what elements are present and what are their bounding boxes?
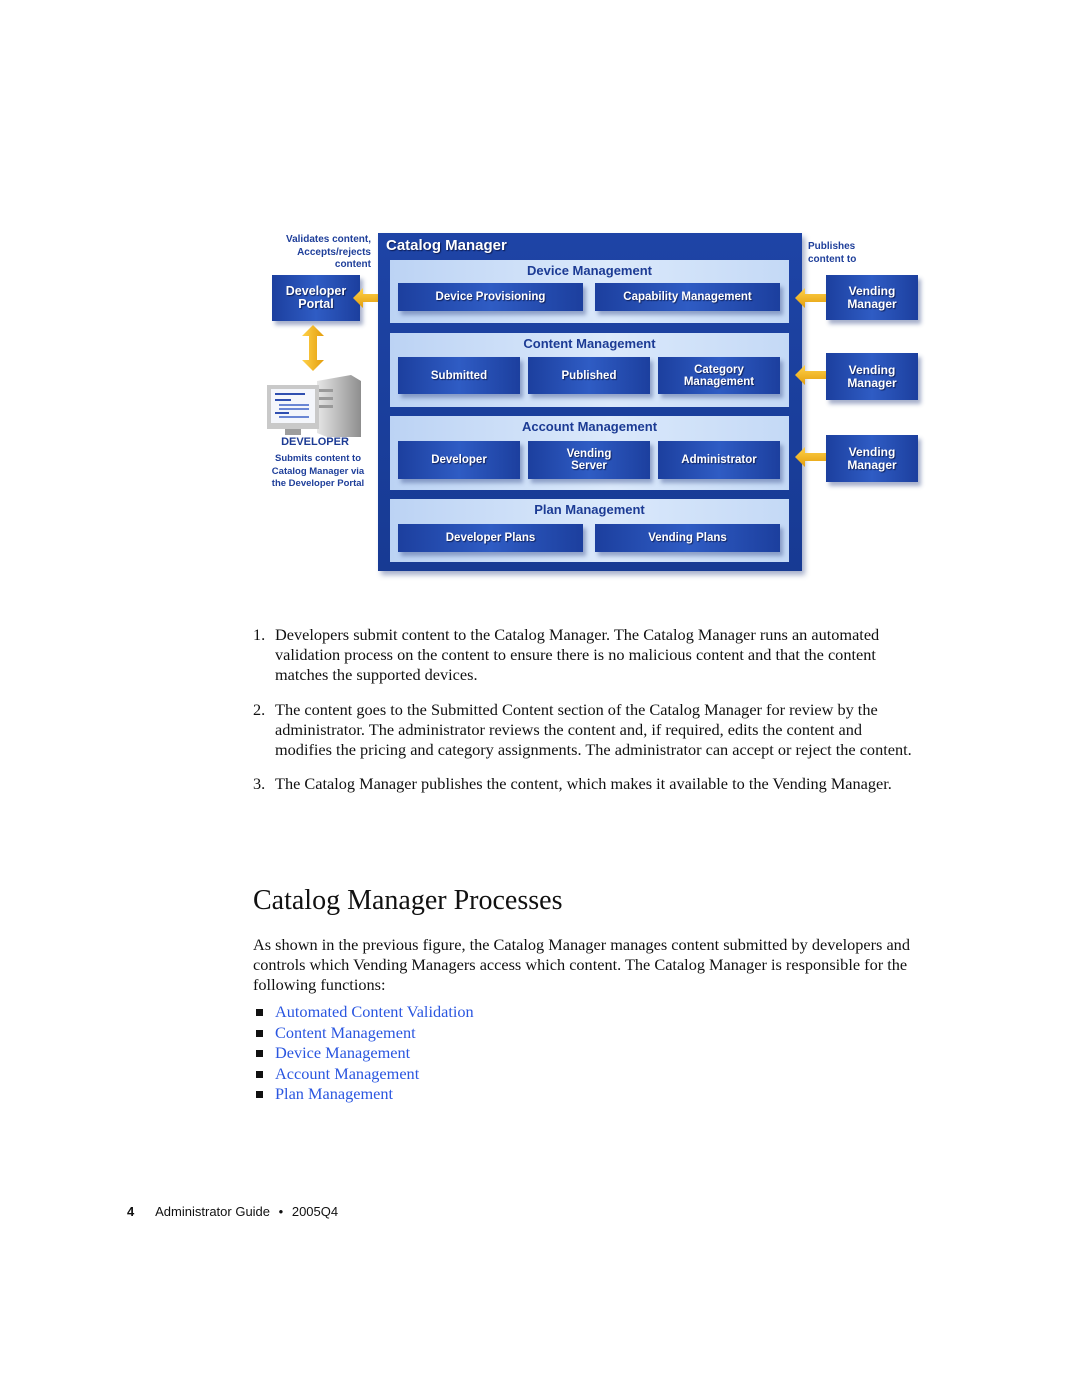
list-item: Plan Management (253, 1084, 474, 1105)
intro-paragraph: As shown in the previous figure, the Cat… (253, 935, 910, 995)
list-item: Device Management (253, 1043, 474, 1064)
bullet-icon (256, 1029, 263, 1037)
link-device-management[interactable]: Device Management (275, 1043, 410, 1062)
link-plan-management[interactable]: Plan Management (275, 1084, 393, 1103)
page-footer: 4 Administrator Guide • 2005Q4 (127, 1204, 338, 1219)
module-vending-server: Vending Server (528, 441, 650, 479)
module-administrator: Administrator (658, 441, 780, 479)
module-developer-plans: Developer Plans (398, 524, 583, 552)
module-submitted: Submitted (398, 357, 520, 394)
catalog-manager-diagram: Validates content, Accepts/rejects conte… (255, 225, 930, 605)
catalog-manager-title: Catalog Manager (386, 237, 507, 254)
link-content-management[interactable]: Content Management (275, 1023, 416, 1042)
link-automated-content-validation[interactable]: Automated Content Validation (275, 1002, 474, 1021)
module-category-management: Category Management (658, 357, 780, 394)
step-item: 3. The Catalog Manager publishes the con… (253, 774, 892, 794)
bullet-icon (256, 1050, 263, 1057)
bullet-icon (256, 1009, 263, 1016)
account-management-section: Account Management Developer Vending Ser… (390, 416, 789, 490)
footer-separator: • (278, 1204, 284, 1219)
step-item: 2. The content goes to the Submitted Con… (253, 699, 912, 760)
document-title: Administrator Guide (155, 1204, 271, 1219)
list-item: Content Management (253, 1023, 474, 1044)
function-links-list: Automated Content Validation Content Man… (253, 1002, 474, 1105)
developer-portal-box: Developer Portal (272, 275, 360, 321)
device-management-section: Device Management Device Provisioning Ca… (390, 260, 789, 323)
module-capability-management: Capability Management (595, 283, 780, 311)
vending-manager-box-3: Vending Manager (826, 435, 918, 482)
portal-developer-arrow-icon (302, 325, 324, 371)
bullet-icon (256, 1091, 263, 1098)
module-device-provisioning: Device Provisioning (398, 283, 583, 311)
vending-manager-box-1: Vending Manager (826, 275, 918, 320)
list-item: Automated Content Validation (253, 1002, 474, 1023)
developer-description: Submits content to Catalog Manager via t… (271, 453, 365, 489)
link-account-management[interactable]: Account Management (275, 1064, 419, 1083)
developer-caption: DEVELOPER (281, 436, 349, 448)
list-item: Account Management (253, 1064, 474, 1085)
module-developer: Developer (398, 441, 520, 479)
step-item: 1. Developers submit content to the Cata… (253, 625, 880, 685)
content-management-section: Content Management Submitted Published C… (390, 333, 789, 407)
vending-manager-box-2: Vending Manager (826, 353, 918, 400)
catalog-manager-frame: Catalog Manager Device Management Device… (378, 233, 802, 571)
publishes-label: Publishes content to (808, 241, 857, 265)
module-vending-plans: Vending Plans (595, 524, 780, 552)
document-version: 2005Q4 (291, 1204, 339, 1219)
process-steps: 1. Developers submit content to the Cata… (253, 625, 913, 808)
module-published: Published (528, 357, 650, 394)
plan-management-section: Plan Management Developer Plans Vending … (390, 499, 789, 562)
page-number: 4 (127, 1204, 135, 1219)
bullet-icon (256, 1070, 263, 1078)
developer-computer-icon (267, 375, 361, 437)
validates-label: Validates content, Accepts/rejects conte… (285, 234, 371, 270)
section-heading: Catalog Manager Processes (253, 885, 563, 916)
